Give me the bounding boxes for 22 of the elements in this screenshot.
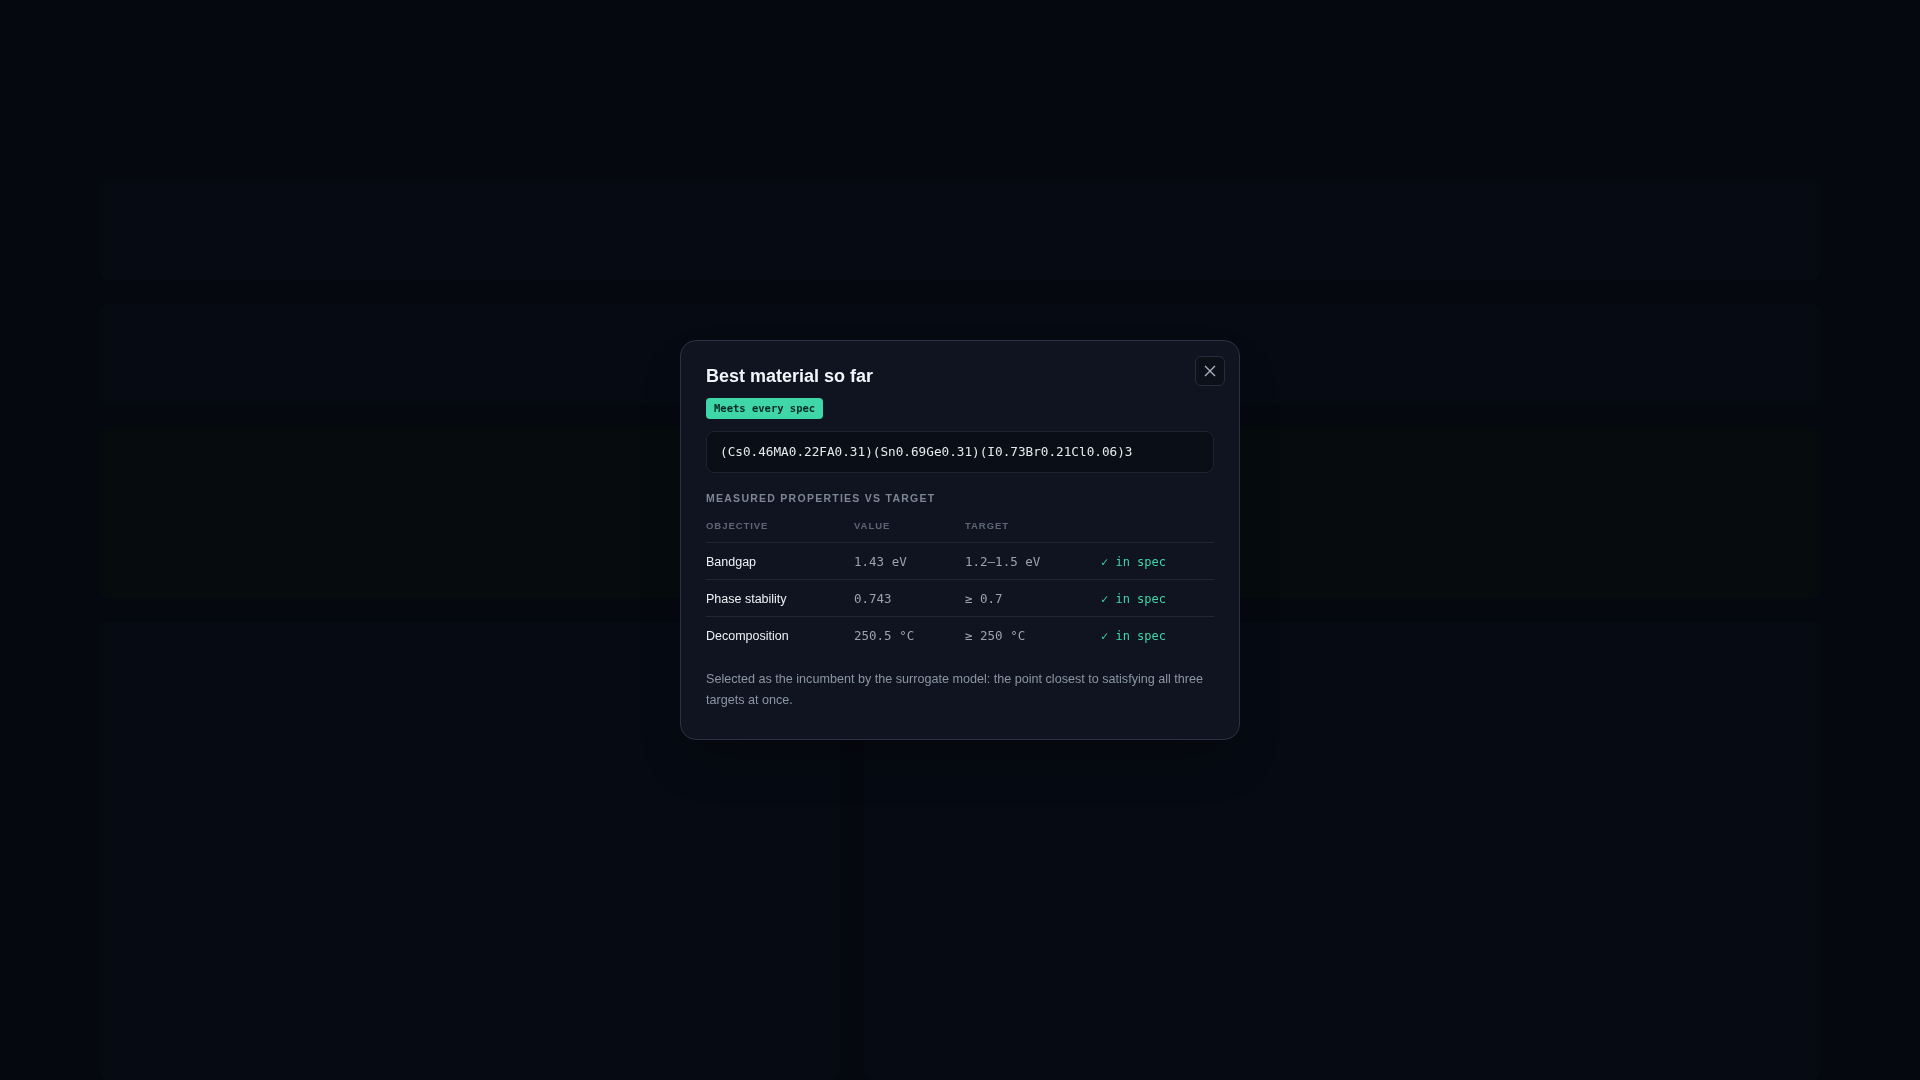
formula-field: (Cs0.46MA0.22FA0.31)(Sn0.69Ge0.31)(I0.73Br0.21Cl0.06)3 [706, 431, 1214, 473]
value-cell: 250.5 °C [854, 628, 915, 644]
value-cell: 1.43 eV [854, 554, 907, 570]
target-cell: ≥ 250 °C [965, 628, 1026, 644]
value-cell: 0.743 [854, 591, 892, 607]
selection-note: Selected as the incumbent by the surrogate model: the point closest to satisfying all three targets at once. [706, 671, 1205, 710]
status-cell: ✓ in spec [1101, 592, 1167, 607]
section-title: MEASURED PROPERTIES VS TARGET [706, 490, 937, 506]
status-badge: Meets every spec [706, 397, 824, 420]
target-cell: 1.2–1.5 eV [965, 554, 1041, 570]
objective-cell: Bandgap [706, 555, 757, 570]
dialog-title: Best material so far [706, 364, 874, 388]
target-cell: ≥ 0.7 [965, 591, 1003, 607]
close-icon [1203, 363, 1217, 378]
column-header: TARGET [965, 520, 1010, 532]
objective-cell: Decomposition [706, 629, 789, 644]
status-cell: ✓ in spec [1101, 629, 1167, 644]
column-header: OBJECTIVE [706, 520, 769, 532]
objective-cell: Phase stability [706, 592, 787, 607]
column-header: VALUE [854, 520, 891, 532]
close-button[interactable] [1195, 355, 1225, 386]
status-cell: ✓ in spec [1101, 555, 1167, 570]
